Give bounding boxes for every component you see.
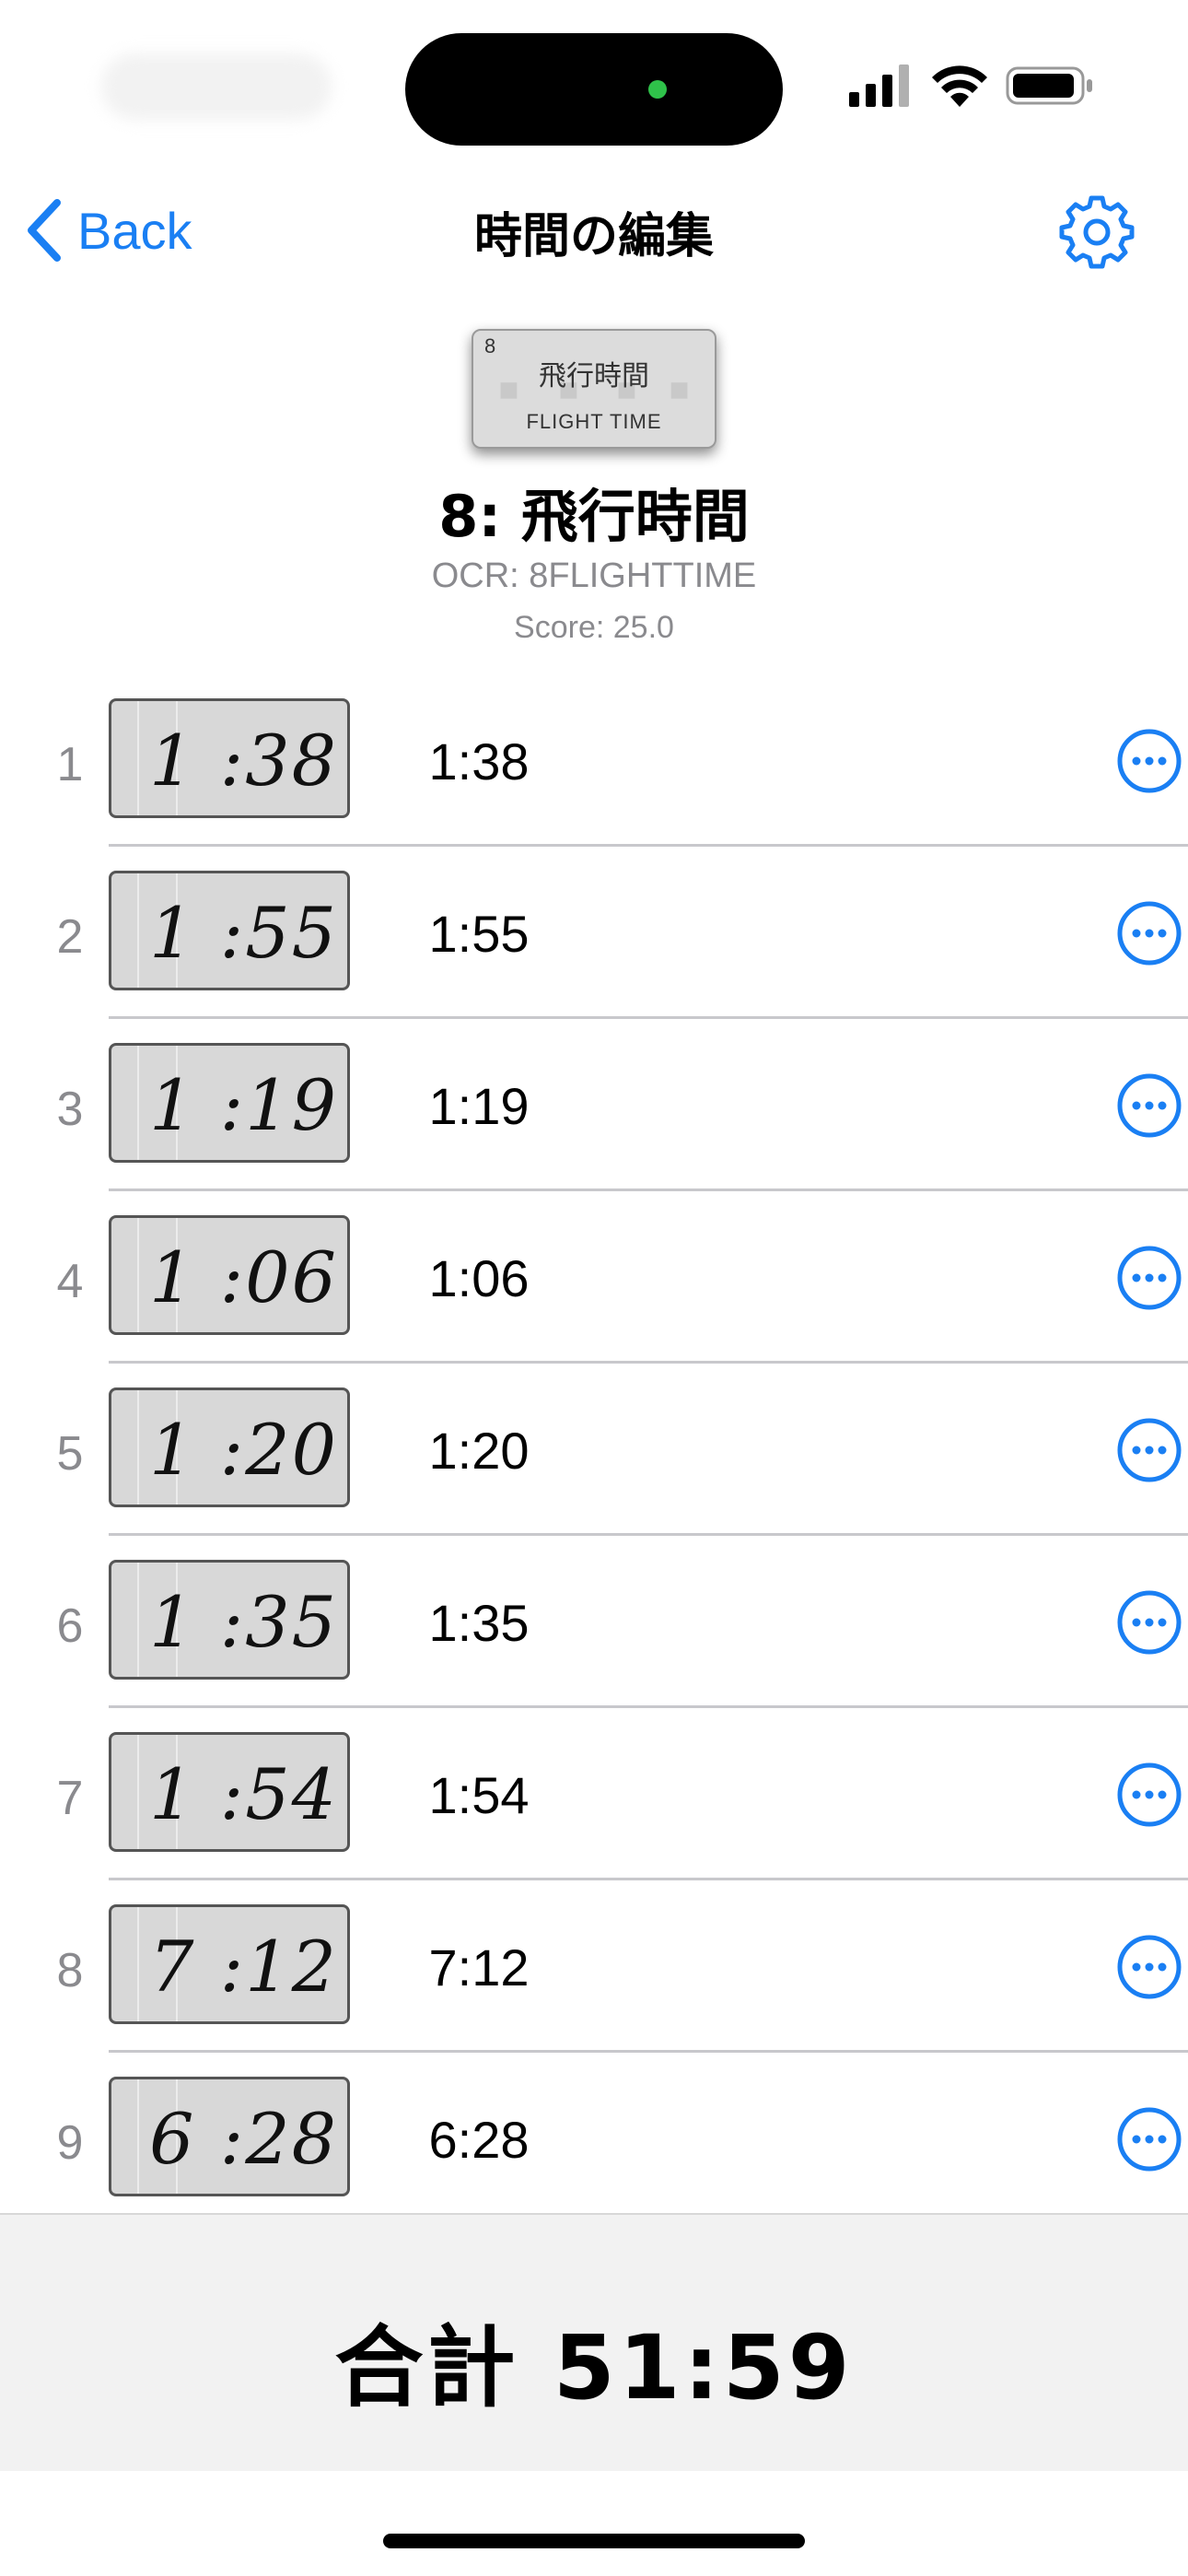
image-grid-line xyxy=(137,2079,139,2194)
image-grid-line xyxy=(137,1735,139,1849)
image-grid-line xyxy=(137,1907,139,2021)
cellular-signal-icon xyxy=(849,64,909,107)
recognized-time[interactable]: 1:55 xyxy=(405,904,553,964)
handwriting-image: 1 :20 xyxy=(109,1388,350,1507)
recognized-time[interactable]: 7:12 xyxy=(405,1938,553,1997)
handwriting-image: 1 :55 xyxy=(109,871,350,990)
recognized-time[interactable]: 1:20 xyxy=(405,1421,553,1481)
time-entry-row[interactable]: 9 6 :28 6:28 xyxy=(0,2053,1188,2225)
row-index: 8 xyxy=(56,1944,84,1997)
handwritten-time: 1 :06 xyxy=(149,1236,338,1318)
image-grid-line xyxy=(137,1390,139,1505)
time-entry-row[interactable]: 5 1 :20 1:20 xyxy=(0,1364,1188,1536)
recognized-time[interactable]: 1:19 xyxy=(405,1076,553,1136)
gear-icon[interactable] xyxy=(1059,193,1135,269)
home-indicator[interactable] xyxy=(383,2534,805,2548)
recognized-time[interactable]: 1:06 xyxy=(405,1248,553,1308)
time-entry-row[interactable]: 1 1 :38 1:38 xyxy=(0,674,1188,847)
ellipsis-circle-icon[interactable] xyxy=(1116,2106,1182,2172)
ocr-result: OCR: 8FLIGHTTIME xyxy=(431,556,757,595)
handwritten-time: 1 :54 xyxy=(149,1753,338,1835)
ellipsis-circle-icon[interactable] xyxy=(1116,1589,1182,1656)
handwriting-image: 7 :12 xyxy=(109,1904,350,2024)
time-entry-row[interactable]: 4 1 :06 1:06 xyxy=(0,1191,1188,1364)
status-time-blurred xyxy=(101,53,332,120)
handwritten-time: 1 :19 xyxy=(149,1064,338,1146)
handwritten-time: 1 :55 xyxy=(149,892,338,974)
time-entry-row[interactable]: 2 1 :55 1:55 xyxy=(0,847,1188,1019)
dynamic-island xyxy=(405,33,783,146)
nav-title: 時間の編集 xyxy=(473,209,714,264)
wifi-icon xyxy=(932,65,987,107)
recognized-time[interactable]: 1:54 xyxy=(405,1765,553,1825)
time-entry-row[interactable]: 6 1 :35 1:35 xyxy=(0,1536,1188,1708)
row-index: 9 xyxy=(56,2116,84,2170)
item-label-image: 8 飛行時間 FLIGHT TIME xyxy=(472,329,716,449)
handwriting-image: 1 :06 xyxy=(109,1215,350,1335)
recognized-time[interactable]: 1:38 xyxy=(405,732,553,791)
row-index: 5 xyxy=(56,1427,84,1481)
handwriting-image: 1 :19 xyxy=(109,1043,350,1163)
time-entry-row[interactable]: 7 1 :54 1:54 xyxy=(0,1708,1188,1880)
time-entry-row[interactable]: 8 7 :12 7:12 xyxy=(0,1880,1188,2053)
row-index: 6 xyxy=(56,1599,84,1653)
handwritten-time: 1 :35 xyxy=(149,1581,338,1663)
recognized-time[interactable]: 1:35 xyxy=(405,1593,553,1653)
label-japanese: 飛行時間 xyxy=(539,360,649,392)
row-index: 3 xyxy=(56,1083,84,1136)
row-index: 4 xyxy=(56,1255,84,1308)
image-grid-line xyxy=(137,1563,139,1677)
handwriting-image: 6 :28 xyxy=(109,2077,350,2196)
total-bar: 合計 51:59 xyxy=(0,2213,1188,2471)
handwritten-time: 7 :12 xyxy=(149,1926,338,2008)
ellipsis-circle-icon[interactable] xyxy=(1116,728,1182,794)
status-bar xyxy=(0,0,1188,175)
recognized-time[interactable]: 6:28 xyxy=(405,2110,553,2170)
ocr-score: Score: 25.0 xyxy=(514,610,674,645)
handwritten-time: 1 :20 xyxy=(149,1409,338,1491)
row-index: 7 xyxy=(56,1772,84,1825)
row-index: 2 xyxy=(56,910,84,964)
ellipsis-circle-icon[interactable] xyxy=(1116,1245,1182,1311)
battery-icon xyxy=(1006,66,1092,105)
ellipsis-circle-icon[interactable] xyxy=(1116,1762,1182,1828)
handwritten-time: 1 :38 xyxy=(149,720,338,802)
label-english: FLIGHT TIME xyxy=(526,410,662,433)
handwriting-image: 1 :38 xyxy=(109,698,350,818)
ellipsis-circle-icon[interactable] xyxy=(1116,900,1182,966)
image-grid-line xyxy=(137,701,139,815)
ellipsis-circle-icon[interactable] xyxy=(1116,1072,1182,1139)
handwriting-image: 1 :54 xyxy=(109,1732,350,1852)
image-grid-line xyxy=(137,1046,139,1160)
time-entry-row[interactable]: 3 1 :19 1:19 xyxy=(0,1019,1188,1191)
handwriting-image: 1 :35 xyxy=(109,1560,350,1680)
image-grid-line xyxy=(137,873,139,988)
total-time: 合計 51:59 xyxy=(334,2316,854,2419)
item-title: 8: 飛行時間 xyxy=(438,483,750,550)
ellipsis-circle-icon[interactable] xyxy=(1116,1934,1182,2000)
ellipsis-circle-icon[interactable] xyxy=(1116,1417,1182,1483)
privacy-indicator-dot xyxy=(648,80,667,99)
handwritten-time: 6 :28 xyxy=(149,2098,338,2180)
image-grid-line xyxy=(137,1218,139,1332)
navigation-bar: Back 時間の編集 xyxy=(0,175,1188,286)
row-index: 1 xyxy=(56,738,84,791)
